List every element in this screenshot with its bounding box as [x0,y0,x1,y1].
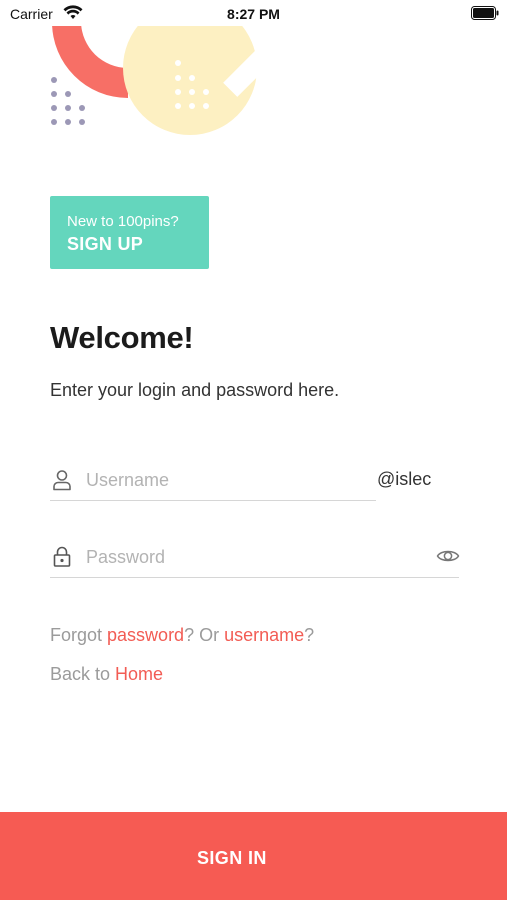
username-input[interactable] [86,463,366,497]
page-title: Welcome! [50,320,194,355]
back-to-home-text: Back to Home [50,664,163,685]
signup-prompt: New to 100pins? [67,213,179,230]
or-text: ? Or [184,625,225,645]
lock-icon [53,546,71,567]
back-prefix: Back to [50,664,116,684]
dot-grid-purple [51,77,85,125]
username-domain-suffix: @islec [377,469,432,489]
password-underline [50,577,459,578]
username-field [50,461,380,501]
signin-button[interactable]: SIGN IN [0,812,507,900]
password-input[interactable] [86,540,416,574]
signin-label: SIGN IN [197,848,267,868]
status-bar: Carrier 8:27 PM [0,0,507,28]
forgot-username-link[interactable]: username [224,625,304,645]
username-underline [50,500,376,501]
forgot-prefix: Forgot [50,625,108,645]
status-time: 8:27 PM [227,6,280,22]
page-subtitle: Enter your login and password here. [50,380,340,400]
question-mark: ? [304,625,315,645]
signup-button[interactable]: New to 100pins? SIGN UP [50,196,209,269]
password-field [50,538,460,578]
header-illustration [51,26,282,135]
signup-label: SIGN UP [67,234,144,254]
forgot-password-link[interactable]: password [107,625,184,645]
coral-arc [52,26,128,98]
eye-icon[interactable] [436,544,460,568]
user-icon [53,470,71,491]
home-link[interactable]: Home [115,664,163,684]
forgot-credentials-text: Forgot password? Or username? [50,625,314,646]
battery-icon [471,6,499,20]
